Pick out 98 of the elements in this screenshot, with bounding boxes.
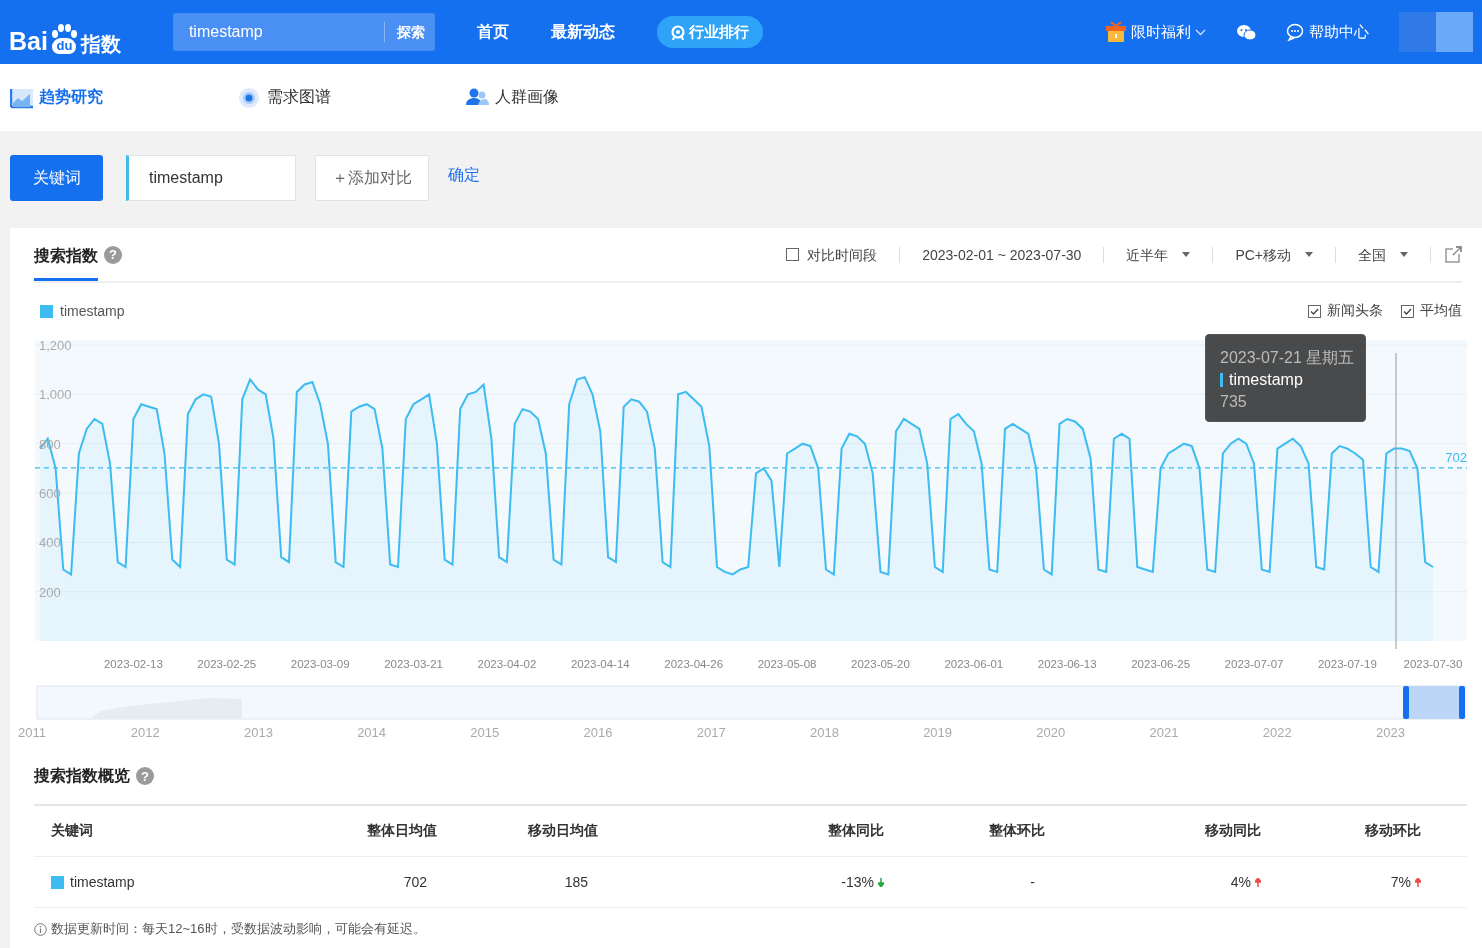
add-compare-button[interactable]: ＋添加对比 [315, 155, 429, 201]
column-header: 关键词 [50, 822, 93, 840]
year-label: 2020 [1036, 725, 1066, 740]
chevron-down-icon[interactable] [1195, 28, 1206, 36]
section-title: 搜索指数 [34, 230, 98, 281]
checkbox[interactable] [786, 248, 800, 261]
table-cell: - [1030, 874, 1035, 890]
x-tick-label: 2023-07-19 [1318, 658, 1377, 670]
tooltip-value: 735 [1220, 392, 1248, 412]
chart-icon [10, 86, 33, 109]
table-cell: 4% [1230, 874, 1251, 890]
section-title: 搜索指数概览 [34, 765, 130, 786]
checkbox-label: 新闻头条 [1327, 302, 1383, 320]
checkbox[interactable] [1308, 304, 1321, 318]
year-label: 2023 [1375, 725, 1405, 740]
average-label: 702 [1445, 449, 1467, 465]
year-label: 2015 [470, 725, 500, 740]
year-label: 2013 [243, 725, 273, 740]
checkbox[interactable] [1401, 304, 1414, 318]
year-label: 2014 [357, 725, 387, 740]
column-header: 移动环比 [1365, 822, 1421, 840]
table-cell: timestamp [70, 874, 135, 890]
filter-dropdown[interactable]: 近半年 [1104, 246, 1214, 263]
x-tick-label: 2023-06-25 [1131, 658, 1191, 670]
x-tick-label: 2023-03-21 [384, 658, 443, 670]
tooltip-series: timestamp [1229, 370, 1303, 390]
x-tick-label: 2023-04-14 [570, 658, 630, 670]
table-cell: 185 [564, 874, 588, 890]
year-label: 2019 [923, 725, 953, 740]
y-tick-label: 1,200 [39, 338, 72, 353]
year-label: 2021 [1149, 725, 1179, 740]
logo-text: 指数 [80, 34, 121, 54]
search-button[interactable]: 探索 [383, 22, 435, 42]
column-header: 整体环比 [989, 822, 1045, 840]
info-icon [34, 922, 47, 936]
nav-tab[interactable]: 需求图谱 [238, 86, 466, 109]
x-tick-label: 2023-05-08 [757, 658, 817, 670]
x-tick-label: 2023-04-02 [477, 658, 537, 670]
keyword-field[interactable]: timestamp [126, 155, 296, 201]
x-tick-label: 2023-03-09 [290, 658, 350, 670]
nav-pill[interactable]: 行业排行 [656, 16, 763, 48]
column-header: 整体同比 [828, 822, 884, 840]
confirm-link[interactable]: 确定 [448, 165, 480, 186]
checkbox-label: 平均值 [1420, 302, 1462, 320]
logo-text: Bai [9, 29, 48, 54]
x-tick-label: 2023-02-13 [103, 658, 163, 670]
keyword-button[interactable]: 关键词 [10, 155, 103, 201]
nav-tab[interactable]: 趋势研究 [10, 86, 238, 109]
year-label: 2016 [583, 725, 613, 740]
nav-link[interactable]: 最新动态 [550, 21, 615, 43]
target-icon [238, 86, 261, 109]
range-handle[interactable] [1459, 686, 1465, 719]
filter-dropdown[interactable]: 全国 [1336, 246, 1431, 263]
overview-track[interactable] [36, 685, 1466, 720]
year-label: 2011 [18, 725, 46, 740]
year-label: 2018 [809, 725, 839, 740]
table-cell: 7% [1390, 874, 1411, 890]
checkbox-label: 对比时间段 [807, 246, 878, 263]
year-label: 2022 [1262, 725, 1292, 740]
help-icon[interactable]: ? [104, 245, 122, 264]
chat-icon [1286, 23, 1305, 41]
up-arrow-icon [1255, 877, 1261, 887]
footnote: 数据更新时间：每天12~16时，受数据波动影响，可能会有延迟。 [51, 920, 426, 938]
help-link[interactable]: 帮助中心 [1309, 22, 1369, 42]
logo-text: du [52, 38, 77, 54]
export-icon[interactable] [1445, 246, 1462, 263]
column-header: 整体日均值 [367, 822, 437, 840]
series-marker [1220, 373, 1223, 387]
x-tick-label: 2023-06-01 [944, 658, 1004, 670]
y-tick-label: 1,000 [39, 387, 72, 403]
x-tick-label: 2023-07-07 [1224, 658, 1284, 670]
menu-link[interactable]: 限时福利 [1131, 22, 1191, 42]
y-tick-label: 200 [39, 584, 61, 600]
x-tick-label: 2023-06-13 [1037, 658, 1097, 670]
range-handle[interactable] [1403, 686, 1409, 719]
x-tick-label: 2023-04-26 [664, 658, 724, 670]
nav-tab[interactable]: 人群画像 [466, 86, 694, 109]
column-header: 移动同比 [1205, 822, 1261, 840]
up-arrow-icon [1415, 877, 1421, 887]
column-header: 移动日均值 [528, 822, 598, 840]
search-field[interactable]: timestamp 探索 [172, 13, 435, 51]
date-range-picker[interactable]: 2023-02-01 ~ 2023-07-30 [900, 246, 1105, 263]
legend-label: timestamp [60, 303, 125, 319]
table-cell: -13% [841, 874, 874, 890]
wechat-icon[interactable] [1236, 23, 1256, 41]
gift-icon [1105, 21, 1127, 43]
table-cell: 702 [403, 874, 427, 890]
year-label: 2017 [696, 725, 726, 740]
x-tick-label: 2023-05-20 [851, 658, 910, 670]
filter-dropdown[interactable]: PC+移动 [1213, 246, 1336, 263]
nav-link[interactable]: 首页 [476, 21, 509, 43]
help-icon[interactable]: ? [136, 767, 154, 785]
x-tick-label: 2023-07-30 [1403, 658, 1463, 670]
year-label: 2012 [130, 725, 160, 740]
tooltip-date: 2023-07-21 星期五 [1220, 348, 1356, 368]
down-arrow-icon [878, 877, 884, 887]
x-tick-label: 2023-02-25 [197, 658, 257, 670]
medal-icon [670, 24, 685, 40]
